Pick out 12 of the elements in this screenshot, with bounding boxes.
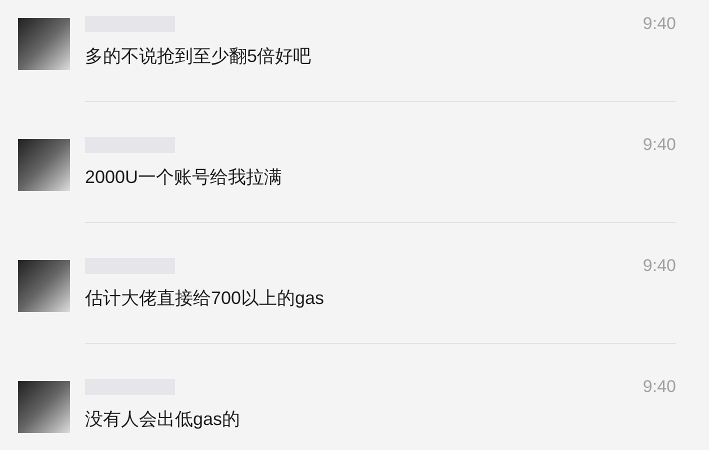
avatar-placeholder [18, 381, 70, 433]
message-time: 9:40 [642, 14, 676, 34]
message-text: 没有人会出低gas的 [85, 409, 240, 429]
message-text: 估计大佬直接给700以上的gas [85, 288, 324, 308]
message-time: 9:40 [642, 377, 676, 397]
message-time: 9:40 [642, 135, 676, 155]
avatar-placeholder [18, 18, 70, 70]
avatar-placeholder [18, 260, 70, 312]
message-time: 9:40 [642, 256, 676, 276]
message-text: 多的不说抢到至少翻5倍好吧 [85, 46, 312, 66]
avatar-placeholder [18, 139, 70, 191]
message-text: 2000U一个账号给我拉满 [85, 167, 282, 187]
